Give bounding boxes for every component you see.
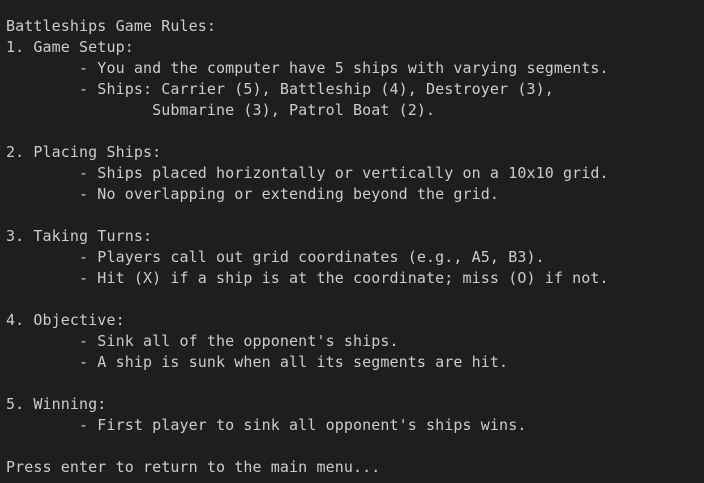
section-heading-game-setup: 1. Game Setup: xyxy=(6,38,134,56)
rule-line: - You and the computer have 5 ships with… xyxy=(6,59,609,77)
rules-title: Battleships Game Rules: xyxy=(6,17,217,35)
terminal-window: Battleships Game Rules: 1. Game Setup: -… xyxy=(0,0,704,483)
rule-line: - Hit (X) if a ship is at the coordinate… xyxy=(6,269,609,287)
rule-line: - Sink all of the opponent's ships. xyxy=(6,332,399,350)
rule-line: - No overlapping or extending beyond the… xyxy=(6,185,500,203)
return-prompt[interactable]: Press enter to return to the main menu..… xyxy=(6,457,704,478)
rule-line: - Ships: Carrier (5), Battleship (4), De… xyxy=(6,80,554,98)
section-heading-taking-turns: 3. Taking Turns: xyxy=(6,227,153,245)
rule-line: - Players call out grid coordinates (e.g… xyxy=(6,248,545,266)
section-heading-placing-ships: 2. Placing Ships: xyxy=(6,143,162,161)
rule-line: - Ships placed horizontally or verticall… xyxy=(6,164,609,182)
rule-line: Submarine (3), Patrol Boat (2). xyxy=(6,101,436,119)
rule-line: - First player to sink all opponent's sh… xyxy=(6,416,527,434)
section-heading-objective: 4. Objective: xyxy=(6,311,125,329)
section-heading-winning: 5. Winning: xyxy=(6,395,107,413)
rule-line: - A ship is sunk when all its segments a… xyxy=(6,353,509,371)
